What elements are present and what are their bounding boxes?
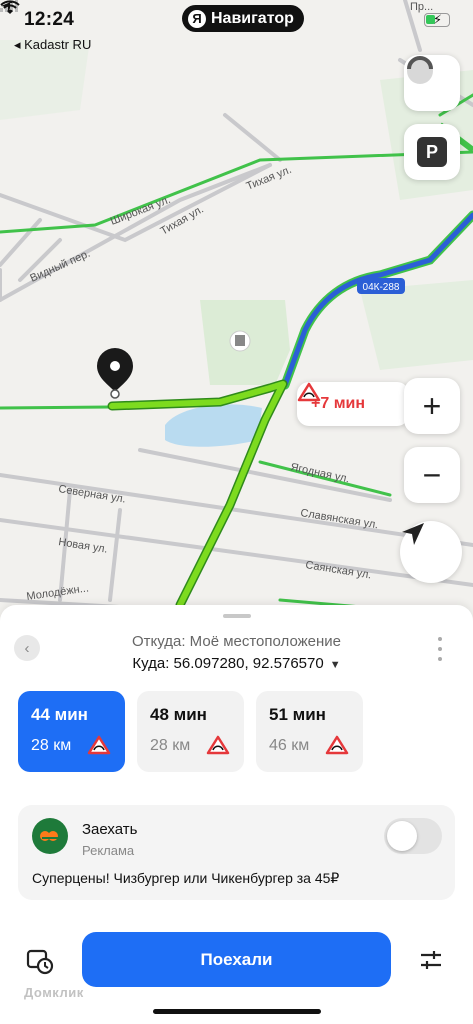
my-location-button[interactable] bbox=[400, 521, 462, 583]
ad-card[interactable]: Заехать Реклама Суперцены! Чизбургер или… bbox=[18, 805, 455, 900]
ad-title: Заехать bbox=[82, 821, 138, 838]
bottom-action-bar: Поехали bbox=[0, 931, 473, 991]
zoom-out-button[interactable]: − bbox=[404, 447, 460, 503]
route-destination[interactable]: Куда: 56.097280, 92.576570 ▼ bbox=[0, 655, 473, 672]
app-badge-label: Навигатор bbox=[211, 9, 294, 27]
street-label: Тихая ул. bbox=[245, 164, 294, 193]
route-distance: 28 км bbox=[150, 737, 191, 754]
start-navigation-button[interactable]: Поехали bbox=[82, 932, 391, 987]
back-to-app-link[interactable]: ◂ Kadastr RU bbox=[14, 37, 91, 53]
status-bar: 12:24 Я Навигатор ⚡ ◂ Kadastr RU bbox=[0, 0, 473, 52]
restaurant-logo-icon bbox=[32, 818, 68, 854]
route-distance: 28 км bbox=[31, 737, 72, 754]
map-view[interactable]: 04К-288 Широкая ул. Тихая ул. Тихая ул. … bbox=[0, 0, 473, 640]
toggle-knob bbox=[387, 821, 417, 851]
route-time: 44 мин bbox=[31, 705, 88, 724]
minus-icon: − bbox=[422, 457, 442, 493]
yandex-logo-icon: Я bbox=[188, 9, 206, 28]
zoom-in-button[interactable]: + bbox=[404, 378, 460, 434]
street-label: Славянская ул. bbox=[300, 507, 380, 531]
schedule-departure-icon[interactable] bbox=[26, 947, 54, 975]
navigation-arrow-icon bbox=[402, 523, 424, 545]
road-bump-warning-icon bbox=[325, 735, 349, 755]
destination-pin-icon[interactable] bbox=[97, 348, 133, 399]
road-bump-warning-icon bbox=[206, 735, 230, 755]
traffic-delay-badge[interactable]: +7 мин bbox=[297, 382, 409, 426]
alice-voice-button[interactable] bbox=[404, 55, 460, 111]
app-badge: Я Навигатор bbox=[182, 5, 304, 32]
road-bump-warning-icon bbox=[297, 382, 321, 402]
ad-stop-toggle[interactable] bbox=[384, 818, 442, 854]
route-time: 48 мин bbox=[150, 705, 207, 724]
street-label: Видный пер. bbox=[28, 248, 92, 285]
road-badge-label: 04К-288 bbox=[363, 282, 400, 293]
plus-icon: + bbox=[422, 388, 442, 424]
street-label: Саянская ул. bbox=[305, 559, 373, 581]
route-option-2[interactable]: 48 мин 28 км bbox=[137, 691, 244, 772]
route-distance: 46 км bbox=[269, 737, 310, 754]
battery-icon: ⚡ bbox=[424, 12, 450, 27]
street-label: Молодёжн... bbox=[26, 582, 90, 603]
ad-label: Реклама bbox=[82, 843, 135, 858]
parking-icon: P bbox=[417, 137, 447, 167]
route-destination-label: Куда: 56.097280, 92.576570 bbox=[132, 655, 324, 672]
route-options: 44 мин 28 км 48 мин 28 км 51 мин 46 км bbox=[18, 691, 363, 772]
route-option-1[interactable]: 44 мин 28 км bbox=[18, 691, 125, 772]
alice-icon bbox=[407, 56, 433, 84]
wifi-icon bbox=[0, 0, 20, 14]
road-bump-warning-icon bbox=[87, 735, 111, 755]
clock: 12:24 bbox=[24, 9, 75, 30]
route-origin[interactable]: Откуда: Моё местоположение bbox=[0, 633, 473, 650]
parking-button[interactable]: P bbox=[404, 124, 460, 180]
home-indicator[interactable] bbox=[153, 1009, 321, 1014]
route-settings-icon[interactable] bbox=[418, 947, 444, 973]
route-time: 51 мин bbox=[269, 705, 326, 724]
more-options-button[interactable] bbox=[437, 637, 443, 661]
route-option-3[interactable]: 51 мин 46 км bbox=[256, 691, 363, 772]
watermark: Домклик bbox=[24, 985, 84, 1000]
ad-text: Суперцены! Чизбургер или Чикенбургер за … bbox=[32, 870, 340, 886]
sheet-drag-handle[interactable] bbox=[223, 614, 251, 618]
caret-down-icon: ▼ bbox=[329, 659, 341, 671]
monument-glyph-icon bbox=[235, 335, 245, 346]
route-sheet: ‹ Откуда: Моё местоположение Куда: 56.09… bbox=[0, 605, 473, 1024]
